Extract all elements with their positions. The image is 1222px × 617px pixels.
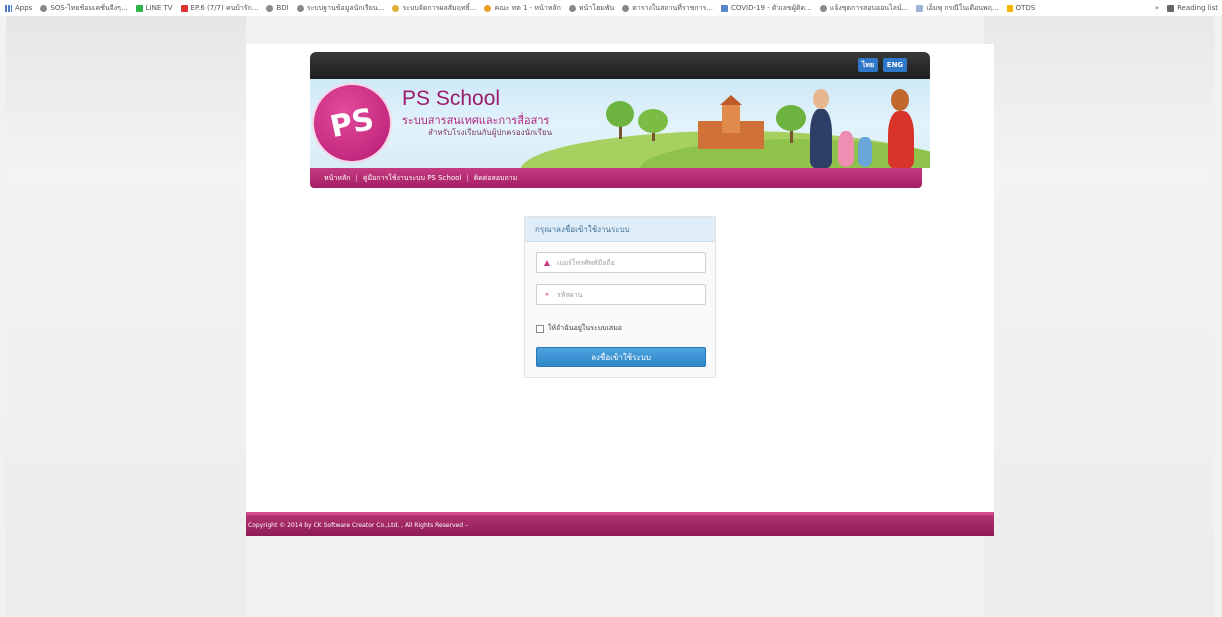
- bookmark-item[interactable]: ตารางในสถานที่ราชการ...: [622, 3, 713, 14]
- bookmark-item[interactable]: COVID-19 - ตัวเลขผู้ติด...: [720, 3, 812, 14]
- globe-icon: [40, 4, 48, 12]
- bookmark-item[interactable]: ระบบฐานข้อมูลนักเรียน...: [296, 3, 384, 14]
- site-header: ไทย ENG PS PS School ระบบสารสนเทศและการส…: [310, 52, 930, 188]
- login-panel: กรุณาลงชื่อเข้าใช้งานระบบ ▲ ⚬ ให้จำฉันอย…: [524, 216, 716, 378]
- reading-list[interactable]: » Reading list: [1148, 0, 1218, 16]
- child-figure: [838, 131, 854, 167]
- folder-icon: [916, 4, 924, 12]
- bookmark-item[interactable]: BDI: [266, 4, 289, 12]
- bookmark-item[interactable]: เอ็มพุ กรณีในเดือนพฤ...: [916, 3, 999, 14]
- mother-figure: [888, 111, 914, 168]
- globe-icon: [296, 4, 304, 12]
- bookmark-item[interactable]: แจ้งชุดการสอบออนไลน์...: [819, 3, 908, 14]
- globe-icon: [568, 4, 576, 12]
- globe-icon: [392, 4, 400, 12]
- logo-text: PS: [327, 101, 377, 145]
- remember-me-label: ให้จำฉันอยู่ในระบบเสมอ: [548, 324, 623, 332]
- bookmark-item[interactable]: EP.6 (7/7) คนบ้ารัก...: [180, 3, 258, 14]
- user-icon: ▲: [543, 258, 551, 267]
- mother-head: [891, 89, 909, 111]
- ps-school-logo[interactable]: PS: [314, 85, 390, 161]
- tree-decoration: [776, 105, 806, 131]
- folder-icon: [720, 4, 728, 12]
- drive-icon: [1006, 4, 1013, 12]
- tree-decoration: [638, 109, 668, 133]
- youtube-icon: [180, 4, 188, 12]
- tree-decoration: [606, 101, 634, 127]
- nav-contact[interactable]: ติดต่อสอบถาม: [474, 173, 518, 184]
- login-heading: กรุณาลงชื่อเข้าใช้งานระบบ: [525, 217, 715, 242]
- username-field[interactable]: ▲: [536, 252, 706, 273]
- bookmarks-bar: Apps SOS-ไทยช้อมเคชั่นจีงๆ... LINE TV EP…: [0, 0, 1222, 16]
- bookmark-item[interactable]: ระบบจัดการผลสัมฤทธิ์...: [392, 3, 476, 14]
- remember-me[interactable]: ให้จำฉันอยู่ในระบบเสมอ: [536, 323, 622, 334]
- line-tv-icon: [135, 4, 143, 12]
- more-bookmarks-icon[interactable]: »: [1155, 4, 1159, 12]
- main-nav: หน้าหลัก | คู่มือการใช้งานระบบ PS School…: [310, 168, 922, 188]
- banner: PS PS School ระบบสารสนเทศและการสื่อสาร ส…: [310, 79, 930, 168]
- school-building-illustration: [698, 95, 764, 149]
- nav-home[interactable]: หน้าหลัก: [324, 173, 350, 184]
- nav-manual[interactable]: คู่มือการใช้งานระบบ PS School: [363, 173, 462, 184]
- bookmark-item[interactable]: LINE TV: [135, 4, 173, 12]
- reading-list-icon: [1167, 4, 1175, 12]
- site-tagline: สำหรับโรงเรียนกับผู้ปกครองนักเรียน: [428, 128, 553, 137]
- password-input[interactable]: [557, 285, 702, 304]
- background-photo-right: [984, 16, 1214, 616]
- background-photo-left: [6, 16, 246, 616]
- globe-icon: [266, 4, 274, 12]
- bookmark-item[interactable]: หน้าโฮมพัน: [568, 3, 614, 14]
- username-input[interactable]: [557, 253, 702, 272]
- site-title: PS School: [402, 87, 501, 110]
- apps-grid-icon: [5, 4, 12, 12]
- parent-figure: [810, 109, 832, 168]
- globe-icon: [622, 4, 630, 12]
- bookmark-item[interactable]: SOS-ไทยช้อมเคชั่นจีงๆ...: [40, 3, 128, 14]
- lang-thai-button[interactable]: ไทย: [858, 58, 878, 72]
- key-icon: ⚬: [543, 290, 551, 299]
- bookmark-apps[interactable]: Apps: [5, 4, 32, 12]
- child-figure: [858, 137, 872, 167]
- nav-separator: |: [466, 174, 469, 182]
- parent-head: [813, 89, 829, 109]
- login-button[interactable]: ลงชื่อเข้าใช้ระบบ: [536, 347, 706, 367]
- globe-icon: [819, 4, 827, 12]
- footer: Copyright © 2014 by CK Software Creator …: [246, 512, 994, 536]
- globe-icon: [484, 4, 492, 12]
- bookmark-item[interactable]: คณะ ทต 1 - หน้าหลัก: [484, 3, 561, 14]
- nav-separator: |: [355, 174, 358, 182]
- remember-me-checkbox[interactable]: [536, 324, 544, 333]
- password-field[interactable]: ⚬: [536, 284, 706, 305]
- top-bar: ไทย ENG: [310, 52, 930, 79]
- lang-english-button[interactable]: ENG: [883, 58, 907, 72]
- copyright-text: Copyright © 2014 by CK Software Creator …: [248, 522, 468, 529]
- bookmark-item[interactable]: OTDS: [1006, 4, 1035, 12]
